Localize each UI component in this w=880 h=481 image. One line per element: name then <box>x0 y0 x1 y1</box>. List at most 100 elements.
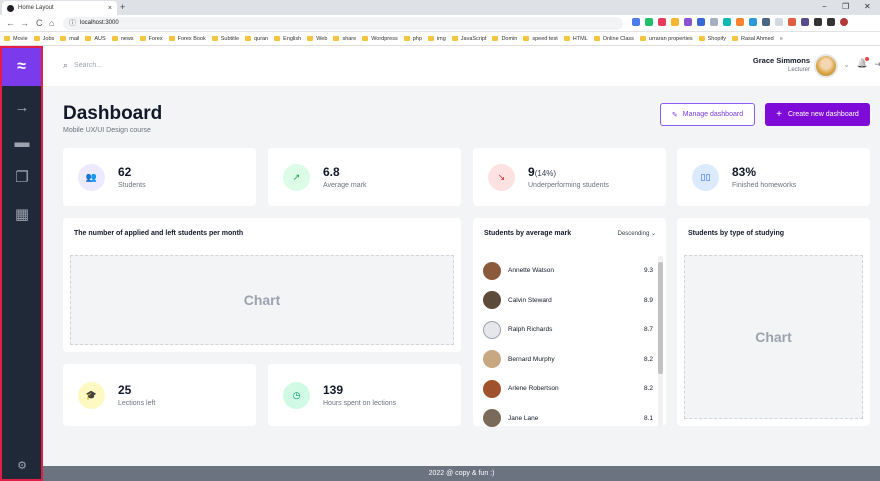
stat-number: 6.8 <box>323 165 340 179</box>
extension-icon[interactable] <box>749 18 757 26</box>
minimize-icon[interactable]: − <box>822 2 827 11</box>
folder-icon <box>698 36 705 41</box>
scrollbar-thumb[interactable] <box>658 262 663 374</box>
user-info[interactable]: Grace Simmons Lecturer <box>753 56 810 73</box>
sort-dropdown[interactable]: Descending ⌄ <box>618 230 656 237</box>
stat-label: Students <box>118 182 146 189</box>
arrow-right-icon[interactable]: → <box>12 98 32 116</box>
student-mark: 8.2 <box>643 385 653 393</box>
extension-icon[interactable] <box>632 18 640 26</box>
extension-icon[interactable] <box>736 18 744 26</box>
settings-icon[interactable]: ⚙ <box>12 456 32 474</box>
manage-dashboard-button[interactable]: ✎ Manage dashboard <box>660 103 755 126</box>
list-item[interactable]: Annette Watson 9.3 <box>483 256 653 286</box>
extension-icon[interactable] <box>775 18 783 26</box>
new-tab-button[interactable]: + <box>120 2 125 12</box>
extension-icon[interactable] <box>801 18 809 26</box>
extension-icon[interactable] <box>684 18 692 26</box>
stat-value: 25 <box>118 383 132 397</box>
stat-label: Underperforming students <box>528 182 609 189</box>
folder-icon <box>139 36 146 41</box>
plus-icon: + <box>776 109 782 120</box>
window-close-icon[interactable]: ✕ <box>864 2 871 11</box>
bookmark-item[interactable]: news <box>111 36 134 42</box>
profile-icon[interactable] <box>840 18 848 26</box>
bookmark-label: Domin <box>501 35 518 42</box>
bookmark-item[interactable]: Online Class <box>593 36 634 42</box>
bookmark-item[interactable]: JavaScript <box>451 36 486 42</box>
extension-icon[interactable] <box>762 18 770 26</box>
bookmark-item[interactable]: Web <box>307 36 327 42</box>
list-item[interactable]: Ralph Richards 8.7 <box>483 315 653 345</box>
back-icon[interactable]: ← <box>6 18 15 28</box>
bookmark-item[interactable]: mail <box>60 36 79 42</box>
bookmark-item[interactable]: urraran properties <box>639 36 693 42</box>
bookmark-item[interactable]: Movie <box>4 36 28 42</box>
bookmark-item[interactable]: English <box>274 36 301 42</box>
bookmark-item[interactable]: img <box>427 36 446 42</box>
folder-icon <box>85 36 92 41</box>
puzzle-icon[interactable] <box>814 18 822 26</box>
browser-tab[interactable]: Home Layout × <box>2 1 117 15</box>
extension-icon[interactable] <box>697 18 705 26</box>
bookmark-item[interactable]: HTML <box>563 36 588 42</box>
students-by-mark-card: Students by average mark Descending ⌄ An… <box>473 218 666 428</box>
logo-icon[interactable]: ≈ <box>2 48 41 86</box>
student-mark: 9.3 <box>643 267 653 275</box>
trend-down-icon: ↘ <box>488 163 515 191</box>
bookmark-item[interactable]: share <box>333 36 356 42</box>
extension-icon[interactable] <box>671 18 679 26</box>
list-item[interactable]: Jane Lane 8.1 <box>483 404 653 434</box>
folder-icon <box>33 36 40 41</box>
bookmark-item[interactable]: speed test <box>523 36 558 42</box>
scrollbar[interactable] <box>658 256 663 428</box>
list-item[interactable]: Arlene Robertson 8.2 <box>483 374 653 404</box>
extension-icon[interactable] <box>788 18 796 26</box>
search-input[interactable]: ⌕ Search... <box>63 60 102 71</box>
sidepanel-icon[interactable] <box>827 18 835 26</box>
tab-close-icon[interactable]: × <box>108 5 112 12</box>
extension-icon[interactable] <box>645 18 653 26</box>
avatar <box>483 409 501 428</box>
list-item[interactable]: Calvin Steward 8.9 <box>483 286 653 316</box>
bookmark-item[interactable]: Domin <box>492 36 517 42</box>
stat-value: 62 <box>118 165 146 179</box>
student-name: Calvin Steward <box>508 296 552 304</box>
list-item[interactable]: Bernard Murphy 8.2 <box>483 345 653 375</box>
avatar[interactable] <box>814 54 838 78</box>
logout-icon[interactable]: ⇥ <box>874 59 880 70</box>
folder-icon <box>732 36 738 41</box>
bookmark-item[interactable]: Rasal Ahmed <box>732 36 774 42</box>
chevron-down-icon[interactable]: ⌄ <box>843 60 850 69</box>
search-icon: ⌕ <box>63 60 69 70</box>
url-input[interactable]: ⓘ localhost:3000 <box>63 17 623 30</box>
bookmark-item[interactable]: Wordpress <box>362 36 398 42</box>
bell-icon[interactable]: 🔔 <box>857 57 869 69</box>
extension-icon[interactable] <box>723 18 731 26</box>
applied-left-chart-card: The number of applied and left students … <box>63 218 461 352</box>
bookmark-item[interactable]: Subtitle <box>211 36 239 42</box>
bookmark-item[interactable]: quran <box>245 36 268 42</box>
bookmark-item[interactable]: Shopify <box>698 36 726 42</box>
home-icon[interactable]: ⌂ <box>49 18 54 28</box>
bookmark-item[interactable]: Forex Book <box>168 36 206 42</box>
stat-label: Finished homeworks <box>732 182 797 189</box>
copy-icon[interactable]: ❐ <box>12 168 32 186</box>
extension-icon[interactable] <box>710 18 718 26</box>
reload-icon[interactable]: C <box>36 18 43 28</box>
bookmark-label: English <box>283 35 302 42</box>
film-icon[interactable]: ▦ <box>12 205 32 223</box>
bookmark-item[interactable]: php <box>403 36 422 42</box>
forward-icon[interactable]: → <box>20 18 29 28</box>
info-icon[interactable]: ⓘ <box>69 17 76 30</box>
layers-icon[interactable]: ▬ <box>12 133 32 151</box>
bookmark-item[interactable]: Forex <box>139 36 163 42</box>
extension-icon[interactable] <box>658 18 666 26</box>
bookmarks-more-icon[interactable]: » <box>780 36 783 42</box>
stat-label: Hours spent on lections <box>323 400 397 407</box>
create-dashboard-button[interactable]: + Create new dashboard <box>765 103 870 126</box>
bookmark-item[interactable]: Jobs <box>33 36 54 42</box>
avatar <box>483 291 501 310</box>
bookmark-item[interactable]: AUS <box>85 36 106 42</box>
restore-icon[interactable]: ❐ <box>842 2 849 11</box>
